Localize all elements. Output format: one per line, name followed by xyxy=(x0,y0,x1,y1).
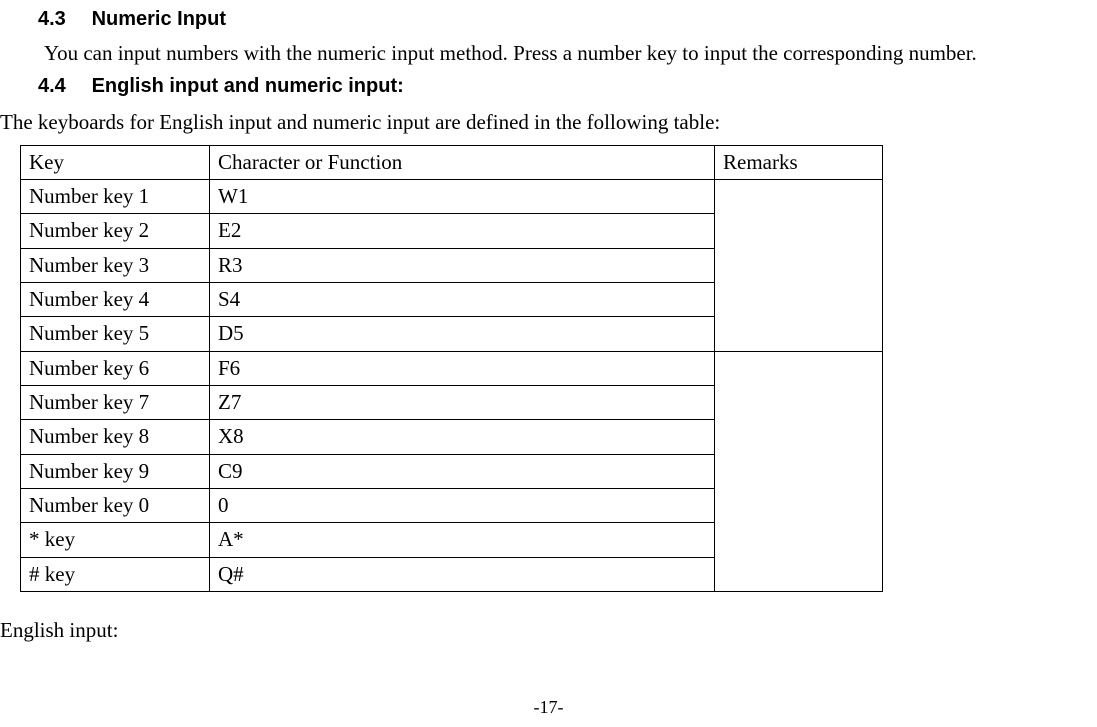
page-number: -17- xyxy=(534,697,564,717)
section-4-4-heading: 4.4 English input and numeric input: xyxy=(0,73,1097,104)
cell-key: Number key 7 xyxy=(21,386,210,420)
cell-char: D5 xyxy=(210,317,715,351)
table-header-key: Key xyxy=(21,145,210,179)
cell-char: S4 xyxy=(210,283,715,317)
cell-key: Number key 3 xyxy=(21,248,210,282)
cell-char: C9 xyxy=(210,454,715,488)
table-row: Number key 6 F6 xyxy=(21,351,883,385)
table-header-remarks: Remarks xyxy=(715,145,883,179)
section-4-3-body-text: You can input numbers with the numeric i… xyxy=(44,41,977,65)
cell-char: 0 xyxy=(210,489,715,523)
cell-char: X8 xyxy=(210,420,715,454)
key-mapping-table: Key Character or Function Remarks Number… xyxy=(20,145,883,592)
english-input-label: English input: xyxy=(0,616,1097,644)
cell-key: Number key 5 xyxy=(21,317,210,351)
cell-char: F6 xyxy=(210,351,715,385)
cell-key: Number key 6 xyxy=(21,351,210,385)
cell-key: Number key 0 xyxy=(21,489,210,523)
cell-char: W1 xyxy=(210,180,715,214)
section-4-3-title: Numeric Input xyxy=(92,8,226,30)
section-4-4-intro: The keyboards for English input and nume… xyxy=(0,104,1097,142)
cell-remarks xyxy=(715,351,883,591)
page-footer: -17- xyxy=(0,695,1097,719)
cell-key: Number key 9 xyxy=(21,454,210,488)
section-4-4-title: English input and numeric input: xyxy=(92,75,404,97)
section-4-3-heading: 4.3 Numeric Input xyxy=(0,6,1097,37)
section-4-3-body: You can input numbers with the numeric i… xyxy=(0,37,1097,73)
cell-key: # key xyxy=(21,557,210,591)
cell-key: Number key 2 xyxy=(21,214,210,248)
document-page: 4.3 Numeric Input You can input numbers … xyxy=(0,0,1097,727)
cell-remarks xyxy=(715,180,883,352)
cell-key: Number key 4 xyxy=(21,283,210,317)
document-content: 4.3 Numeric Input You can input numbers … xyxy=(0,6,1097,645)
cell-key: Number key 1 xyxy=(21,180,210,214)
section-4-4-number: 4.4 xyxy=(38,73,86,100)
table-row: Number key 1 W1 xyxy=(21,180,883,214)
section-4-3-number: 4.3 xyxy=(38,6,86,33)
cell-char: A* xyxy=(210,523,715,557)
cell-char: Z7 xyxy=(210,386,715,420)
cell-key: Number key 8 xyxy=(21,420,210,454)
cell-char: R3 xyxy=(210,248,715,282)
table-header-char: Character or Function xyxy=(210,145,715,179)
cell-key: * key xyxy=(21,523,210,557)
cell-char: E2 xyxy=(210,214,715,248)
table-header-row: Key Character or Function Remarks xyxy=(21,145,883,179)
cell-char: Q# xyxy=(210,557,715,591)
